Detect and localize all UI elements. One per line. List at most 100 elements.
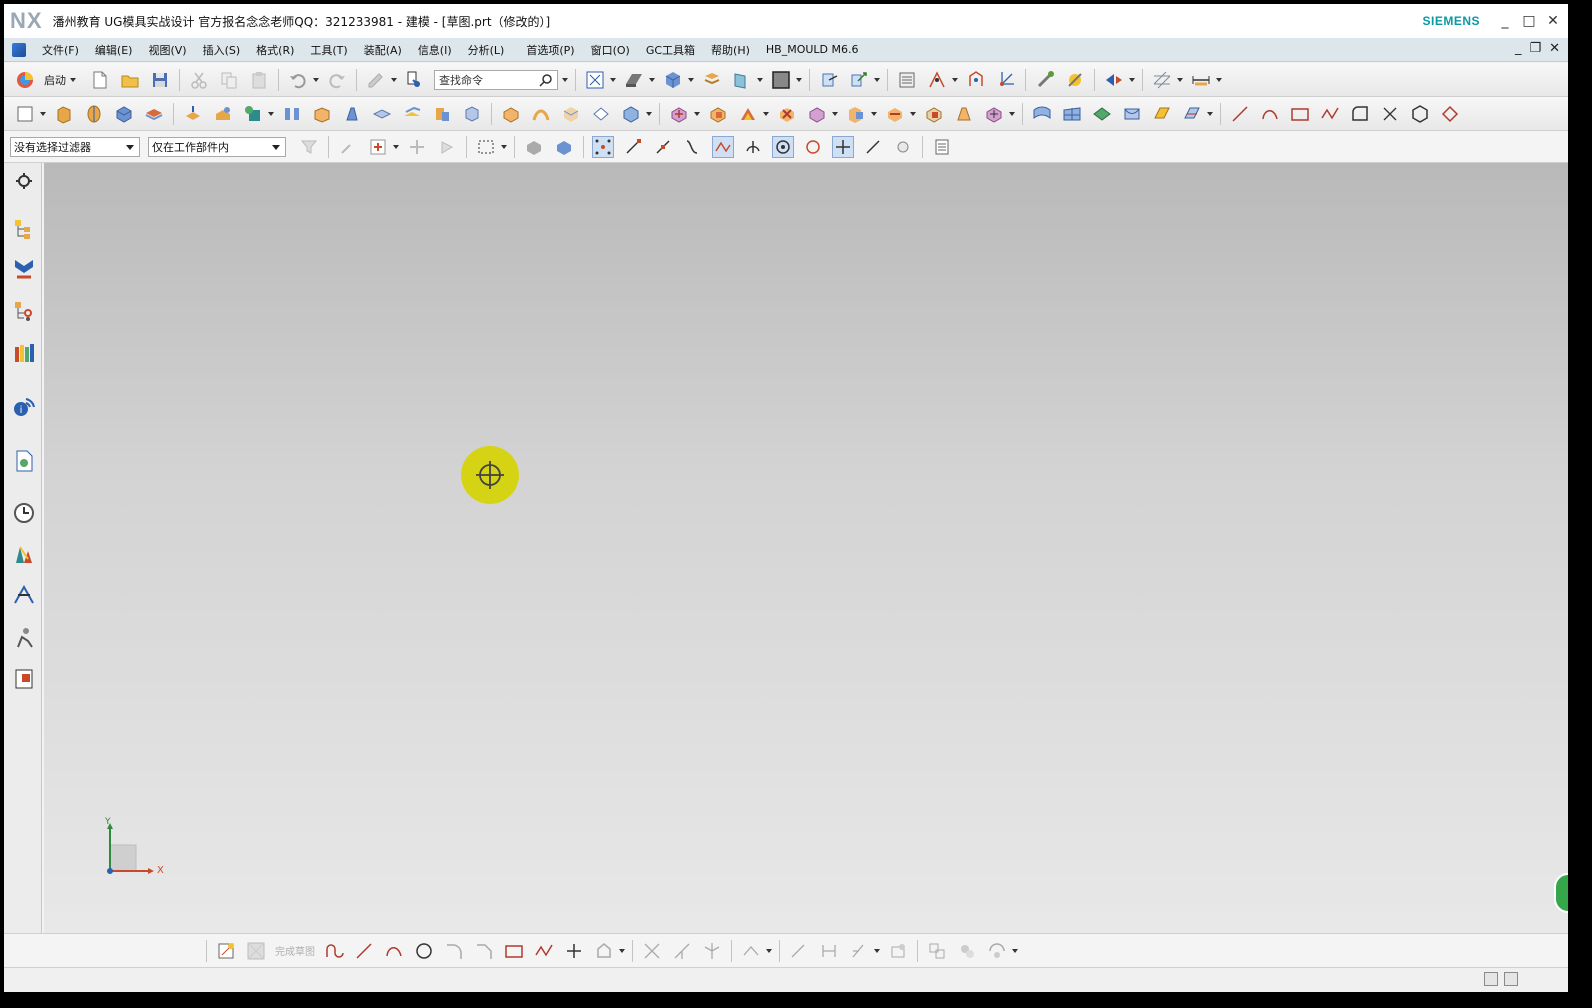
unite-icon[interactable] (143, 103, 165, 125)
resize-dropdown[interactable] (910, 103, 916, 125)
assembly-navigator-icon[interactable] (12, 217, 36, 241)
constrain-face-icon[interactable] (953, 103, 975, 125)
measure-angle-icon[interactable] (1064, 69, 1086, 91)
copy-face-dropdown[interactable] (832, 103, 838, 125)
delete-face-icon[interactable] (776, 103, 798, 125)
process-studio-icon[interactable] (12, 583, 36, 607)
search-icon[interactable] (539, 73, 553, 90)
sketch-chamfer-icon[interactable] (473, 940, 495, 962)
sketch-dimension-icon[interactable] (788, 940, 810, 962)
measure-distance-icon[interactable] (1034, 69, 1056, 91)
selection-scope-select[interactable]: 仅在工作部件内 (148, 136, 286, 157)
command-finder-icon[interactable] (404, 69, 426, 91)
constraint-dropdown[interactable] (874, 940, 880, 962)
sketch-circle-icon[interactable] (413, 940, 435, 962)
edge-blend-icon[interactable] (212, 103, 234, 125)
manufacturing-wizard-icon[interactable] (12, 667, 36, 691)
rapid-dimension-icon[interactable] (818, 940, 840, 962)
finish-sketch-label[interactable]: 完成草图 (275, 943, 315, 958)
select-all-icon[interactable] (367, 136, 389, 158)
through-curves-icon[interactable] (1031, 103, 1053, 125)
system-materials-icon[interactable] (12, 543, 36, 567)
offset-region-icon[interactable] (737, 103, 759, 125)
expand-panel-tab[interactable] (1554, 873, 1568, 913)
geometric-constraint-icon[interactable] (848, 940, 870, 962)
deselect-all-icon[interactable] (337, 136, 359, 158)
hd3d-tools-icon[interactable]: i (12, 395, 36, 419)
finish-sketch-icon[interactable] (245, 940, 267, 962)
grid-icon[interactable] (1151, 69, 1173, 91)
offset-sketch-dropdown[interactable] (766, 940, 772, 962)
grid-dropdown[interactable] (1177, 69, 1183, 91)
sketch-point-icon[interactable] (563, 940, 585, 962)
close-button[interactable]: ✕ (1544, 12, 1562, 30)
reuse-library-icon[interactable] (12, 341, 36, 365)
quick-extend-icon[interactable] (671, 940, 693, 962)
history-icon[interactable] (12, 501, 36, 525)
offset-dropdown[interactable] (763, 103, 769, 125)
paste-icon[interactable] (248, 69, 270, 91)
background-color-icon[interactable] (770, 69, 792, 91)
sew-icon[interactable] (530, 103, 552, 125)
snap-quadrant-icon[interactable] (772, 135, 794, 158)
web-browser-icon[interactable] (12, 449, 36, 473)
surface-dropdown[interactable] (646, 103, 652, 125)
snap-existing-point-icon[interactable] (832, 135, 854, 158)
select-body-icon[interactable] (523, 136, 545, 158)
menu-help[interactable]: 帮助(H) (703, 42, 758, 58)
ruler-icon[interactable] (1190, 69, 1212, 91)
auto-constrain-icon[interactable] (887, 940, 909, 962)
quick-trim-icon[interactable] (641, 940, 663, 962)
menu-view[interactable]: 视图(V) (140, 42, 194, 58)
repeat-command-icon[interactable] (365, 69, 387, 91)
snap-enable-icon[interactable] (592, 135, 614, 158)
sheet-metal-icon[interactable] (281, 103, 303, 125)
sketch-icon[interactable] (14, 103, 36, 125)
background-dropdown[interactable] (796, 69, 802, 91)
orient-dropdown[interactable] (688, 69, 694, 91)
move-face-icon[interactable] (668, 103, 690, 125)
sketch-dropdown[interactable] (40, 103, 46, 125)
datum-feature-icon[interactable] (242, 103, 264, 125)
snap-dropdown[interactable] (952, 69, 958, 91)
move-face-dropdown[interactable] (694, 103, 700, 125)
menu-window[interactable]: 窗口(O) (583, 42, 638, 58)
wcs-dropdown[interactable] (874, 69, 880, 91)
feature-select-icon[interactable] (406, 136, 428, 158)
nx-app-icon[interactable] (12, 42, 26, 57)
doc-close-button[interactable]: ✕ (1549, 41, 1560, 56)
offset-sketch-curve-icon[interactable] (740, 940, 762, 962)
repeat-dropdown[interactable] (391, 69, 397, 91)
layer-manager-icon[interactable] (896, 69, 918, 91)
resource-settings-icon[interactable] (12, 169, 36, 193)
fillet-curve-icon[interactable] (1349, 103, 1371, 125)
group-face-dropdown[interactable] (871, 103, 877, 125)
menu-hb-mould[interactable]: HB_MOULD M6.6 (758, 43, 867, 56)
sketch-polygon-icon[interactable] (593, 940, 615, 962)
snap-point-icon[interactable] (926, 69, 948, 91)
doc-restore-button[interactable]: ❐ (1529, 41, 1541, 56)
menu-gc-toolkit[interactable]: GC工具箱 (638, 42, 703, 58)
command-search-input[interactable]: 查找命令 (434, 69, 558, 90)
extrude-icon[interactable] (53, 103, 75, 125)
snap-bounded-grid-icon[interactable] (892, 136, 914, 158)
view-dropdown[interactable] (610, 69, 616, 91)
revolve-icon[interactable] (83, 103, 105, 125)
group-face-icon[interactable] (845, 103, 867, 125)
maximize-button[interactable]: □ (1520, 12, 1538, 30)
pull-face-icon[interactable] (707, 103, 729, 125)
rectangle-icon[interactable] (1289, 103, 1311, 125)
quick-pick-icon[interactable] (931, 136, 953, 158)
snap-control-point-icon[interactable] (682, 136, 704, 158)
part-navigator-icon[interactable] (12, 299, 36, 323)
show-hide-icon[interactable] (1103, 69, 1125, 91)
general-filter-icon[interactable] (298, 136, 320, 158)
patch-icon[interactable] (560, 103, 582, 125)
sketch-studio-spline-icon[interactable] (533, 940, 555, 962)
extract-body-icon[interactable] (182, 103, 204, 125)
layer-settings-icon[interactable] (701, 69, 723, 91)
studio-spline-icon[interactable] (1319, 103, 1341, 125)
label-chamfer-icon[interactable] (923, 103, 945, 125)
make-corner-icon[interactable] (701, 940, 723, 962)
menu-file[interactable]: 文件(F) (34, 42, 87, 58)
